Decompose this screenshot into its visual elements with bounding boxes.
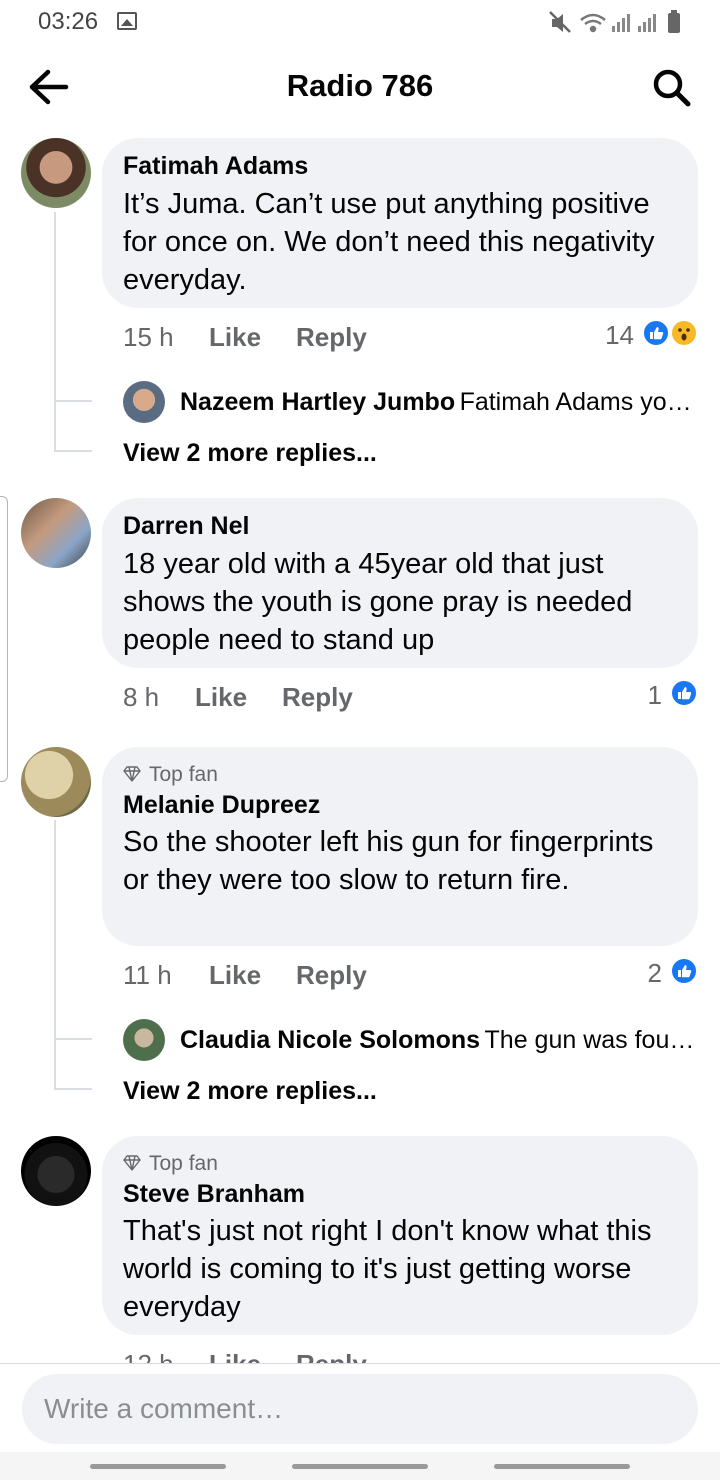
thread-connector (54, 400, 92, 402)
diamond-icon (123, 1155, 141, 1171)
thread-connector (54, 1088, 92, 1090)
thread-connector (54, 1038, 92, 1040)
reaction-count[interactable]: 1 (648, 680, 662, 711)
diamond-icon (123, 766, 141, 782)
comment-author[interactable]: Melanie Dupreez (123, 791, 320, 820)
avatar[interactable] (21, 498, 91, 568)
top-fan-badge: Top fan (149, 1152, 218, 1175)
gallery-notification-icon (117, 12, 137, 30)
reply-button[interactable]: Reply (296, 960, 367, 991)
reply-preview[interactable]: Nazeem Hartley Jumbo Fatimah Adams yo… (180, 388, 700, 417)
reply-snippet: The gun was fou… (484, 1026, 695, 1054)
avatar[interactable] (123, 381, 165, 423)
like-reaction-icon (642, 319, 670, 347)
thread-line (54, 212, 56, 452)
like-button[interactable]: Like (209, 960, 261, 991)
thread-line (54, 820, 56, 1090)
top-fan-badge: Top fan (149, 763, 218, 786)
comment-author[interactable]: Steve Branham (123, 1180, 305, 1209)
wifi-icon (580, 13, 606, 33)
comment-text: So the shooter left his gun for fingerpr… (123, 826, 654, 896)
like-button[interactable]: Like (195, 682, 247, 713)
view-more-replies-link[interactable]: View 2 more replies... (123, 439, 377, 468)
comment-time[interactable]: 8 h (123, 682, 159, 713)
battery-icon (668, 10, 680, 33)
comment-input[interactable] (22, 1374, 698, 1444)
view-more-replies-link[interactable]: View 2 more replies... (123, 1077, 377, 1106)
avatar[interactable] (21, 747, 91, 817)
page-title: Radio 786 (286, 68, 434, 103)
avatar[interactable] (21, 1136, 91, 1206)
like-reaction-icon (670, 679, 698, 707)
nav-recents-button[interactable] (90, 1464, 226, 1469)
comment-text: It’s Juma. Can’t use put anything positi… (123, 188, 655, 296)
thread-connector (54, 450, 92, 452)
comment-time[interactable]: 11 h (123, 960, 172, 991)
comment-text: 18 year old with a 45year old that just … (123, 548, 633, 656)
comment-author[interactable]: Fatimah Adams (123, 152, 308, 181)
like-button[interactable]: Like (209, 322, 261, 353)
avatar[interactable] (21, 138, 91, 208)
scrollbar[interactable] (0, 496, 8, 782)
reaction-count[interactable]: 14 (605, 320, 634, 351)
comment-time[interactable]: 15 h (123, 322, 174, 353)
like-reaction-icon (670, 957, 698, 985)
mute-icon (549, 11, 571, 33)
reply-button[interactable]: Reply (296, 322, 367, 353)
status-icons (549, 10, 680, 33)
reply-preview[interactable]: Claudia Nicole Solomons The gun was fou… (180, 1026, 700, 1055)
reply-author[interactable]: Claudia Nicole Solomons (180, 1026, 480, 1054)
reaction-count[interactable]: 2 (648, 958, 662, 989)
signal-icon (612, 14, 656, 32)
status-time: 03:26 (38, 8, 99, 35)
search-icon[interactable] (650, 66, 694, 110)
reply-snippet: Fatimah Adams yo… (459, 388, 692, 416)
comment-author[interactable]: Darren Nel (123, 512, 249, 541)
wow-reaction-icon (670, 319, 698, 347)
comment-text: That's just not right I don't know what … (123, 1215, 652, 1323)
reply-button[interactable]: Reply (282, 682, 353, 713)
nav-home-button[interactable] (292, 1464, 428, 1469)
nav-back-button[interactable] (494, 1464, 630, 1469)
avatar[interactable] (123, 1019, 165, 1061)
reply-author[interactable]: Nazeem Hartley Jumbo (180, 388, 455, 416)
